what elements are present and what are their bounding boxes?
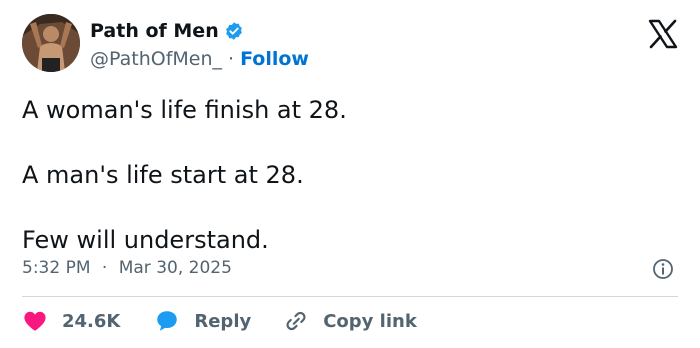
author-handle[interactable]: @PathOfMen_ bbox=[90, 48, 222, 70]
author-handle-row: @PathOfMen_ · Follow bbox=[90, 48, 309, 70]
verified-badge-icon bbox=[225, 22, 242, 40]
handle-separator: · bbox=[228, 48, 235, 70]
info-icon[interactable] bbox=[652, 258, 674, 280]
tweet-line: Few will understand. bbox=[22, 226, 269, 254]
heart-icon bbox=[24, 311, 46, 331]
like-count: 24.6K bbox=[62, 310, 121, 332]
author-name-row: Path of Men bbox=[90, 20, 244, 42]
copy-link-button[interactable]: Copy link bbox=[283, 308, 417, 334]
divider bbox=[22, 296, 678, 297]
reply-label: Reply bbox=[194, 310, 252, 332]
tweet-date: Mar 30, 2025 bbox=[118, 258, 232, 278]
like-button[interactable]: 24.6K bbox=[22, 308, 120, 334]
tweet-actions: 24.6K Reply Copy link bbox=[22, 308, 417, 334]
author-name[interactable]: Path of Men bbox=[90, 20, 219, 42]
tweet-timestamp[interactable]: 5:32 PM · Mar 30, 2025 bbox=[22, 258, 232, 278]
reply-button[interactable]: Reply bbox=[154, 308, 251, 334]
tweet-line: A man's life start at 28. bbox=[22, 161, 304, 189]
timestamp-separator: · bbox=[101, 258, 108, 278]
tweet-time: 5:32 PM bbox=[22, 258, 91, 278]
x-logo-icon[interactable] bbox=[648, 19, 678, 49]
avatar-image bbox=[22, 14, 80, 72]
link-icon bbox=[286, 311, 306, 331]
follow-button[interactable]: Follow bbox=[240, 48, 309, 70]
tweet-line: A woman's life finish at 28. bbox=[22, 96, 347, 124]
tweet-text: A woman's life finish at 28. A man's lif… bbox=[22, 94, 672, 256]
speech-bubble-icon bbox=[157, 311, 178, 331]
copy-link-label: Copy link bbox=[323, 310, 417, 332]
avatar[interactable] bbox=[22, 14, 80, 72]
